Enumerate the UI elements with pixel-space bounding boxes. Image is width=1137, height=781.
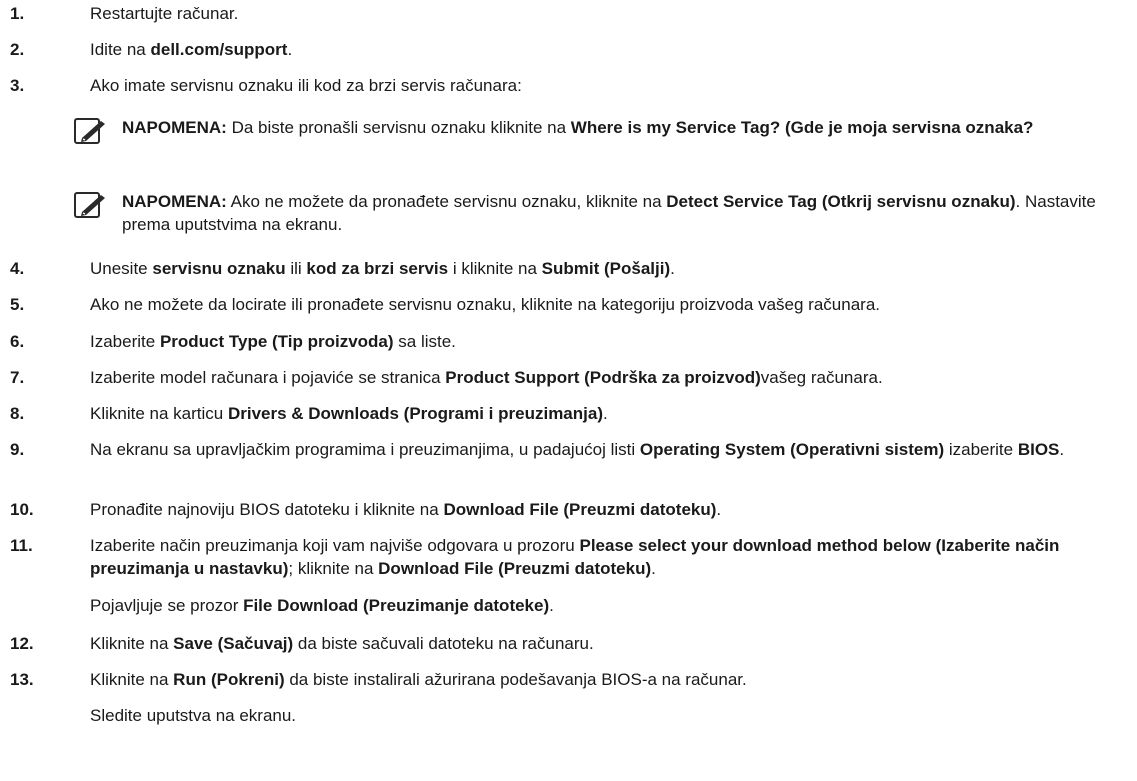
step-number: 7. (10, 368, 25, 387)
text-run: ili (285, 259, 307, 278)
text-run: Idite na (90, 40, 151, 59)
text-run: . (287, 40, 293, 59)
step-text: Izaberite model računara i pojaviće se s… (90, 366, 1125, 389)
step-number: 6. (10, 332, 25, 351)
text-run: Na ekranu sa upravljačkim programima i p… (90, 440, 640, 459)
text-run: Izaberite model računara i pojaviće se s… (90, 368, 446, 387)
step-number: 2. (10, 40, 25, 59)
text-run: Kliknite na (90, 670, 174, 689)
step-text: Na ekranu sa upravljačkim programima i p… (90, 438, 1125, 461)
bold-text-run: Detect Service Tag (Otkrij servisnu ozna… (666, 192, 1016, 211)
text-run: Sledite uputstva na ekranu. (90, 706, 297, 725)
bold-text-run: Save (Sačuvaj) (173, 634, 294, 653)
continuation-text: Pojavljuje se prozor File Download (Preu… (90, 594, 1125, 617)
text-run: . (716, 500, 722, 519)
step-number: 13. (10, 670, 34, 689)
note-service-tag: NAPOMENA: Da biste pronašli servisnu ozn… (74, 116, 1125, 144)
note-text: NAPOMENA: Ako ne možete da pronađete ser… (122, 190, 1125, 236)
bold-text-run: Submit (Pošalji) (541, 259, 671, 278)
bold-text-run: Operating System (Operativni sistem) (639, 440, 945, 459)
text-run: Kliknite na karticu (90, 404, 228, 423)
note-text: NAPOMENA: Da biste pronašli servisnu ozn… (122, 116, 1125, 139)
step-text: Izaberite način preuzimanja koji vam naj… (90, 534, 1125, 580)
step-text: Unesite servisnu oznaku ili kod za brzi … (90, 257, 1125, 280)
bold-text-run: NAPOMENA: (122, 118, 227, 137)
pencil-note-icon (74, 192, 105, 218)
bold-text-run: Product Support (Podrška za proizvod) (445, 368, 761, 387)
step-text: Ako ne možete da locirate ili pronađete … (90, 293, 1125, 316)
step-text: Kliknite na karticu Drivers & Downloads … (90, 402, 1125, 425)
step-number: 5. (10, 295, 25, 314)
step-text: Idite na dell.com/support. (90, 38, 1125, 61)
step-number: 11. (10, 536, 33, 555)
bold-text-run: Download File (Preuzmi datoteku) (378, 559, 652, 578)
bold-text-run: dell.com/support (150, 40, 288, 59)
text-run: Restartujte računar. (90, 4, 239, 23)
step-text: Izaberite Product Type (Tip proizvoda) s… (90, 330, 1125, 353)
bold-text-run: Where is my Service Tag? (Gde je moja se… (570, 118, 1034, 137)
step-text: Kliknite na Save (Sačuvaj) da biste saču… (90, 632, 1125, 655)
bold-text-run: Product Type (Tip proizvoda) (159, 332, 394, 351)
text-run: izaberite (944, 440, 1018, 459)
text-run: Ako ne možete da pronađete servisnu ozna… (226, 192, 667, 211)
step-number: 3. (10, 76, 25, 95)
bold-text-run: File Download (Preuzimanje datoteke) (243, 596, 550, 615)
bold-text-run: Download File (Preuzmi datoteku) (443, 500, 717, 519)
step-text: Kliknite na Run (Pokreni) da biste insta… (90, 668, 1125, 691)
text-run: sa liste. (393, 332, 456, 351)
text-run: Ako imate servisnu oznaku ili kod za brz… (90, 76, 522, 95)
text-run: . (1059, 440, 1065, 459)
text-run: vašeg računara. (760, 368, 883, 387)
bold-text-run: Run (Pokreni) (173, 670, 285, 689)
text-run: . (670, 259, 675, 278)
step-number: 4. (10, 259, 25, 278)
text-run: Ako ne možete da locirate ili pronađete … (90, 295, 881, 314)
text-run: . (602, 404, 608, 423)
note-detect-service-tag: NAPOMENA: Ako ne možete da pronađete ser… (74, 190, 1125, 236)
text-run: Izaberite (90, 332, 160, 351)
text-run: da biste sačuvali datoteku na računaru. (293, 634, 594, 653)
continuation-text: Sledite uputstva na ekranu. (90, 704, 1125, 727)
text-run: Unesite (90, 259, 153, 278)
text-run: Kliknite na (90, 634, 174, 653)
step-text: Ako imate servisnu oznaku ili kod za brz… (90, 74, 1125, 97)
step-number: 1. (10, 4, 25, 23)
bold-text-run: BIOS (1017, 440, 1060, 459)
bold-text-run: Drivers & Downloads (Programi i preuzima… (227, 404, 603, 423)
text-run: Pronađite najnoviju BIOS datoteku i klik… (90, 500, 444, 519)
step-text: Restartujte računar. (90, 2, 1125, 25)
text-run: da biste instalirali ažurirana podešavan… (284, 670, 747, 689)
step-number: 10. (10, 500, 34, 519)
text-run: Izaberite način preuzimanja koji vam naj… (90, 536, 580, 555)
bold-text-run: NAPOMENA: (122, 192, 227, 211)
instructions-page: 1. Restartujte računar. 2. Idite na dell… (0, 0, 1137, 781)
text-run: i kliknite na (448, 259, 542, 278)
text-run: . (651, 559, 656, 578)
step-number: 9. (10, 440, 25, 459)
bold-text-run: servisnu oznaku (152, 259, 286, 278)
step-number: 8. (10, 404, 25, 423)
text-run: Pojavljuje se prozor (90, 596, 244, 615)
bold-text-run: kod za brzi servis (306, 259, 449, 278)
step-number: 12. (10, 634, 34, 653)
text-run: ; kliknite na (288, 559, 379, 578)
text-run: Da biste pronašli servisnu oznaku klikni… (226, 118, 571, 137)
text-run: . (549, 596, 554, 615)
pencil-note-icon (74, 118, 105, 144)
step-text: Pronađite najnoviju BIOS datoteku i klik… (90, 498, 1125, 521)
